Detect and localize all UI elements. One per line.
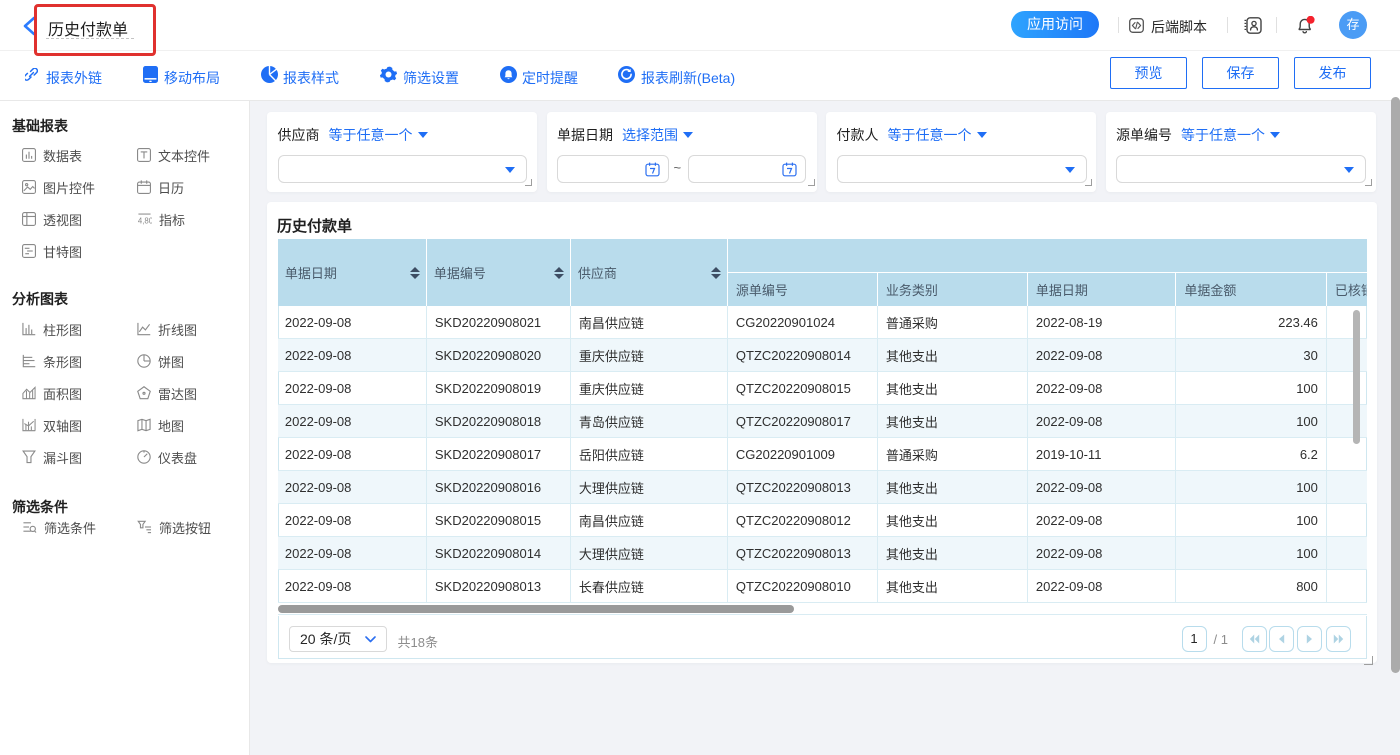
svg-text:4,80: 4,80 [138, 217, 152, 226]
